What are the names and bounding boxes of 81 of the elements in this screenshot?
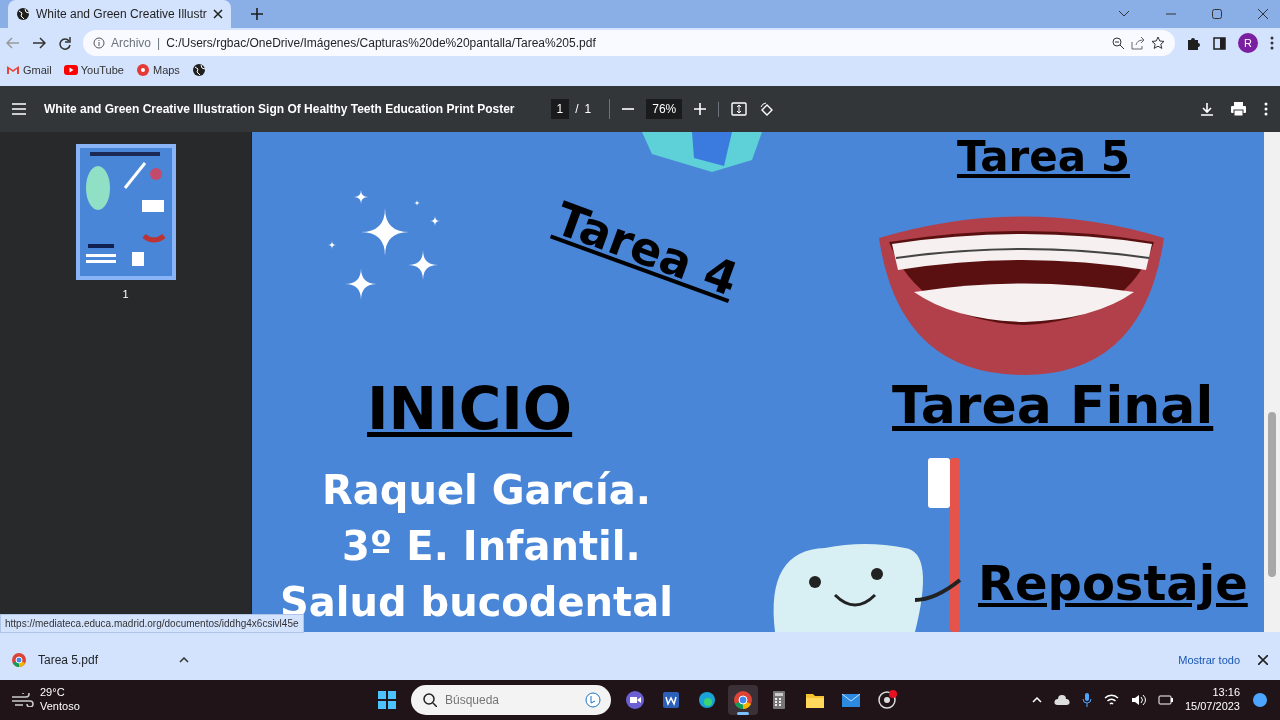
author-line: 3º E. Infantil. — [342, 524, 641, 568]
side-panel-icon[interactable] — [1213, 36, 1226, 50]
plus-icon[interactable] — [694, 103, 707, 115]
clock-time: 13:16 — [1211, 686, 1240, 700]
microphone-icon[interactable] — [1081, 693, 1092, 707]
zoom-field[interactable]: 76% — [646, 99, 683, 119]
battery-icon[interactable] — [1157, 695, 1173, 705]
chevron-up-icon[interactable] — [1031, 697, 1042, 703]
rotate-icon[interactable] — [759, 101, 775, 117]
reload-icon[interactable] — [58, 36, 71, 50]
fit-page-icon[interactable] — [731, 102, 748, 116]
globe-icon[interactable] — [191, 63, 206, 77]
more-options-icon[interactable] — [1264, 102, 1268, 116]
document-title: White and Green Creative Illustration Sign Of Healthy Teeth Education Print Poster — [44, 101, 515, 118]
new-tab-icon[interactable] — [250, 8, 263, 20]
address-url: C:/Users/rgbac/OneDrive/Imágenes/Capturas%20de%20pantalla/Tarea%205.pdf — [166, 35, 597, 52]
task-title[interactable]: Repostaje — [978, 557, 1248, 610]
taskbar-app-button[interactable] — [728, 685, 758, 715]
address-scheme: Archivo — [111, 35, 151, 52]
author-line: Raquel García. — [322, 468, 651, 512]
page-total: 1 — [584, 101, 592, 118]
puzzle-icon[interactable] — [1187, 36, 1201, 50]
maximize-icon[interactable] — [1212, 9, 1222, 19]
scrollbar[interactable] — [1264, 132, 1280, 632]
start-heading[interactable]: INICIO — [367, 378, 573, 442]
wind-icon — [12, 693, 34, 707]
chrome-icon — [733, 690, 753, 710]
page-separator: / — [575, 101, 579, 118]
share-icon[interactable] — [1131, 36, 1145, 50]
bookmark-link[interactable]: YouTube — [63, 61, 124, 79]
address-bar[interactable]: Archivo | C:/Users/rgbac/OneDrive/Imágenes/Capturas%20de%20pantalla/Tarea%205.pdf — [83, 30, 1175, 56]
more-options-icon[interactable] — [1270, 36, 1274, 50]
link-url-tooltip: https://mediateca.educa.madrid.org/documentos/iddhg4x6csivl45e — [0, 614, 304, 633]
word-icon — [661, 690, 681, 710]
active-indicator — [737, 712, 749, 715]
clock[interactable]: 13:16 15/07/2023 — [1184, 686, 1240, 714]
forward-arrow-icon[interactable] — [32, 37, 46, 49]
wifi-icon[interactable] — [1103, 694, 1119, 706]
download-filename: Tarea 5.pdf — [38, 652, 100, 669]
zoom-out-icon[interactable] — [1112, 36, 1125, 50]
speaker-icon[interactable] — [1130, 694, 1146, 706]
chevron-down-icon[interactable] — [1118, 10, 1130, 18]
page-thumbnail-label: 1 — [122, 287, 129, 302]
record-icon — [877, 690, 897, 710]
weather-widget[interactable]: 29°C Ventoso — [12, 686, 372, 714]
close-icon[interactable] — [212, 9, 223, 19]
cloud-icon[interactable] — [1053, 694, 1070, 706]
mail-icon — [6, 63, 20, 77]
page-thumbnail[interactable] — [75, 144, 176, 280]
info-icon — [93, 37, 105, 49]
close-icon[interactable] — [1258, 655, 1268, 665]
chrome-icon — [12, 653, 26, 667]
bookmark-link[interactable]: Maps — [135, 61, 180, 79]
show-all-link[interactable]: Mostrar todo — [1178, 651, 1240, 669]
windows-logo-icon — [377, 690, 397, 710]
play-icon — [63, 63, 78, 77]
download-icon[interactable] — [1201, 102, 1213, 116]
print-icon[interactable] — [1231, 102, 1246, 116]
star-icon[interactable] — [1151, 36, 1165, 50]
task-title[interactable]: Tarea 5 — [957, 134, 1130, 181]
clock-date: 15/07/2023 — [1184, 700, 1240, 714]
video-camera-icon — [625, 690, 645, 710]
task-title[interactable]: Tarea Final — [892, 377, 1214, 435]
globe-icon — [16, 7, 30, 21]
tab-title: White and Green Creative Illustr — [36, 6, 207, 23]
taskbar-search-field[interactable]: Búsqueda — [411, 685, 611, 715]
scrollbar-thumb[interactable] — [1268, 412, 1276, 577]
weather-temperature: 29°C — [40, 686, 66, 700]
weather-condition: Ventoso — [40, 700, 80, 714]
browser-tab[interactable]: White and Green Creative Illustr — [8, 0, 231, 28]
profile-avatar[interactable]: R — [1238, 33, 1258, 53]
close-icon[interactable] — [1258, 9, 1268, 19]
menu-icon[interactable] — [12, 103, 26, 115]
pin-icon — [135, 63, 150, 77]
minus-icon[interactable] — [622, 108, 635, 110]
address-separator: | — [157, 35, 161, 52]
page-number-field[interactable]: 1 — [550, 99, 570, 119]
bookmark-link[interactable]: Gmail — [6, 61, 52, 79]
chevron-up-icon — [179, 657, 189, 663]
search-icon — [423, 693, 437, 707]
download-item[interactable]: Tarea 5.pdf — [12, 651, 208, 669]
